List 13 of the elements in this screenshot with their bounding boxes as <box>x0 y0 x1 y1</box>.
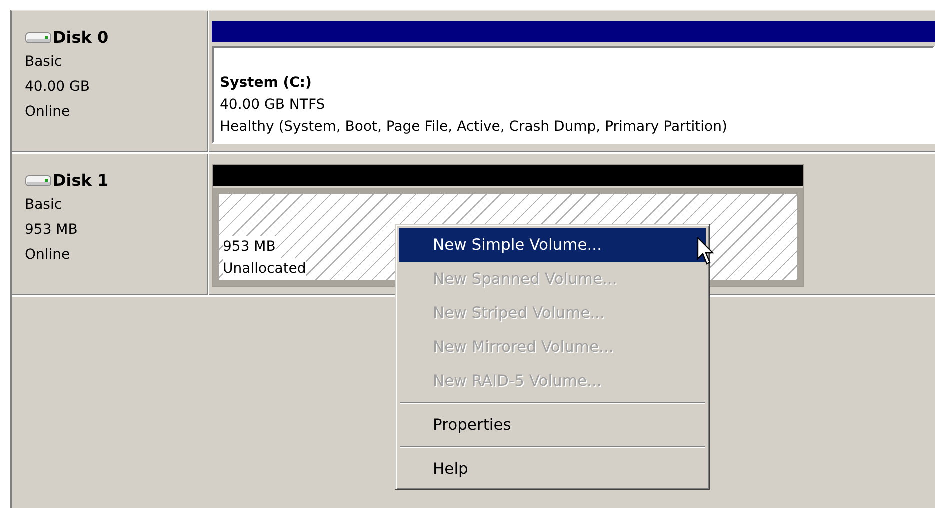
disk-type: Basic <box>25 53 64 72</box>
disk-status: Online <box>25 103 72 122</box>
volume-status: Unallocated <box>223 258 306 280</box>
disk-size: 40.00 GB <box>25 78 91 97</box>
disk-size: 953 MB <box>25 221 79 240</box>
disk-status: Online <box>25 246 72 265</box>
disk-name: Disk 1 <box>53 170 109 192</box>
volume-status: Healthy (System, Boot, Page File, Active, Crash Dump, Primary Partition) <box>220 118 728 137</box>
disk-type: Basic <box>25 196 64 215</box>
volume-title: System (C:) <box>220 74 313 93</box>
volume-size: 40.00 GB NTFS <box>220 96 326 115</box>
disk-name: Disk 0 <box>53 27 109 49</box>
volume-size: 953 MB <box>223 236 276 258</box>
